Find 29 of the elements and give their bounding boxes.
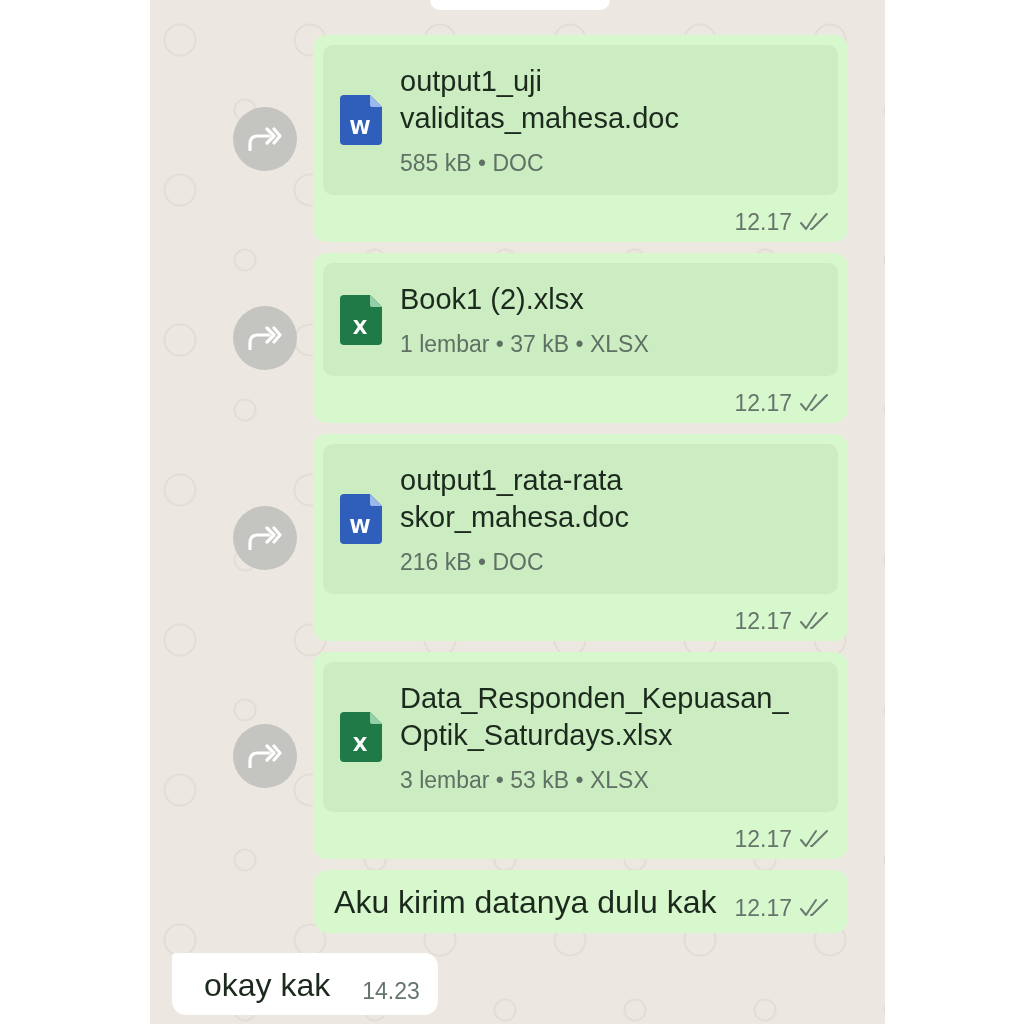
message-text: Aku kirim datanya dulu kak (334, 883, 717, 922)
file-name: Book1 (2).xlsx (400, 282, 584, 317)
file-icon: X (340, 712, 382, 762)
forward-arrow-icon (248, 126, 282, 151)
file-card[interactable]: W output1_rata-rata skor_mahesa.doc 216 kB • DOC (323, 444, 838, 594)
forward-arrow-icon (248, 525, 282, 550)
message-time: 12.17 (734, 210, 792, 234)
file-icon: X (340, 294, 382, 345)
message-time: 12.17 (734, 827, 792, 851)
file-icon: W (340, 95, 382, 145)
file-name: output1_rata-rata skor_mahesa.doc (400, 463, 630, 535)
file-details: 3 lembar • 53 kB • XLSX (400, 766, 649, 794)
message-time: 14.23 (362, 979, 420, 1003)
file-card[interactable]: X Data_Responden_Kepuasan_Optik_Saturdays.xlsx 3 lembar • 53 kB • XLSX (323, 662, 838, 812)
forward-arrow-icon (248, 743, 282, 768)
file-name: Data_Responden_Kepuasan_Optik_Saturdays.xlsx (400, 681, 790, 753)
file-details: 216 kB • DOC (400, 548, 544, 576)
file-details: 1 lembar • 37 kB • XLSX (400, 330, 649, 358)
message-text: okay kak (204, 966, 331, 1005)
file-card[interactable]: X Book1 (2).xlsx 1 lembar • 37 kB • XLSX (323, 263, 838, 376)
file-details: 585 kB • DOC (400, 149, 544, 177)
message-time: 12.17 (734, 609, 792, 633)
forward-button[interactable] (233, 723, 297, 788)
file-icon: W (340, 494, 382, 544)
message-time: 12.17 (734, 896, 792, 920)
file-name: output1_uji validitas_mahesa.doc (400, 64, 680, 136)
file-card[interactable]: W output1_uji validitas_mahesa.doc 585 kB • DOC (323, 45, 838, 195)
message-time: 12.17 (734, 391, 792, 415)
forward-arrow-icon (248, 326, 282, 350)
